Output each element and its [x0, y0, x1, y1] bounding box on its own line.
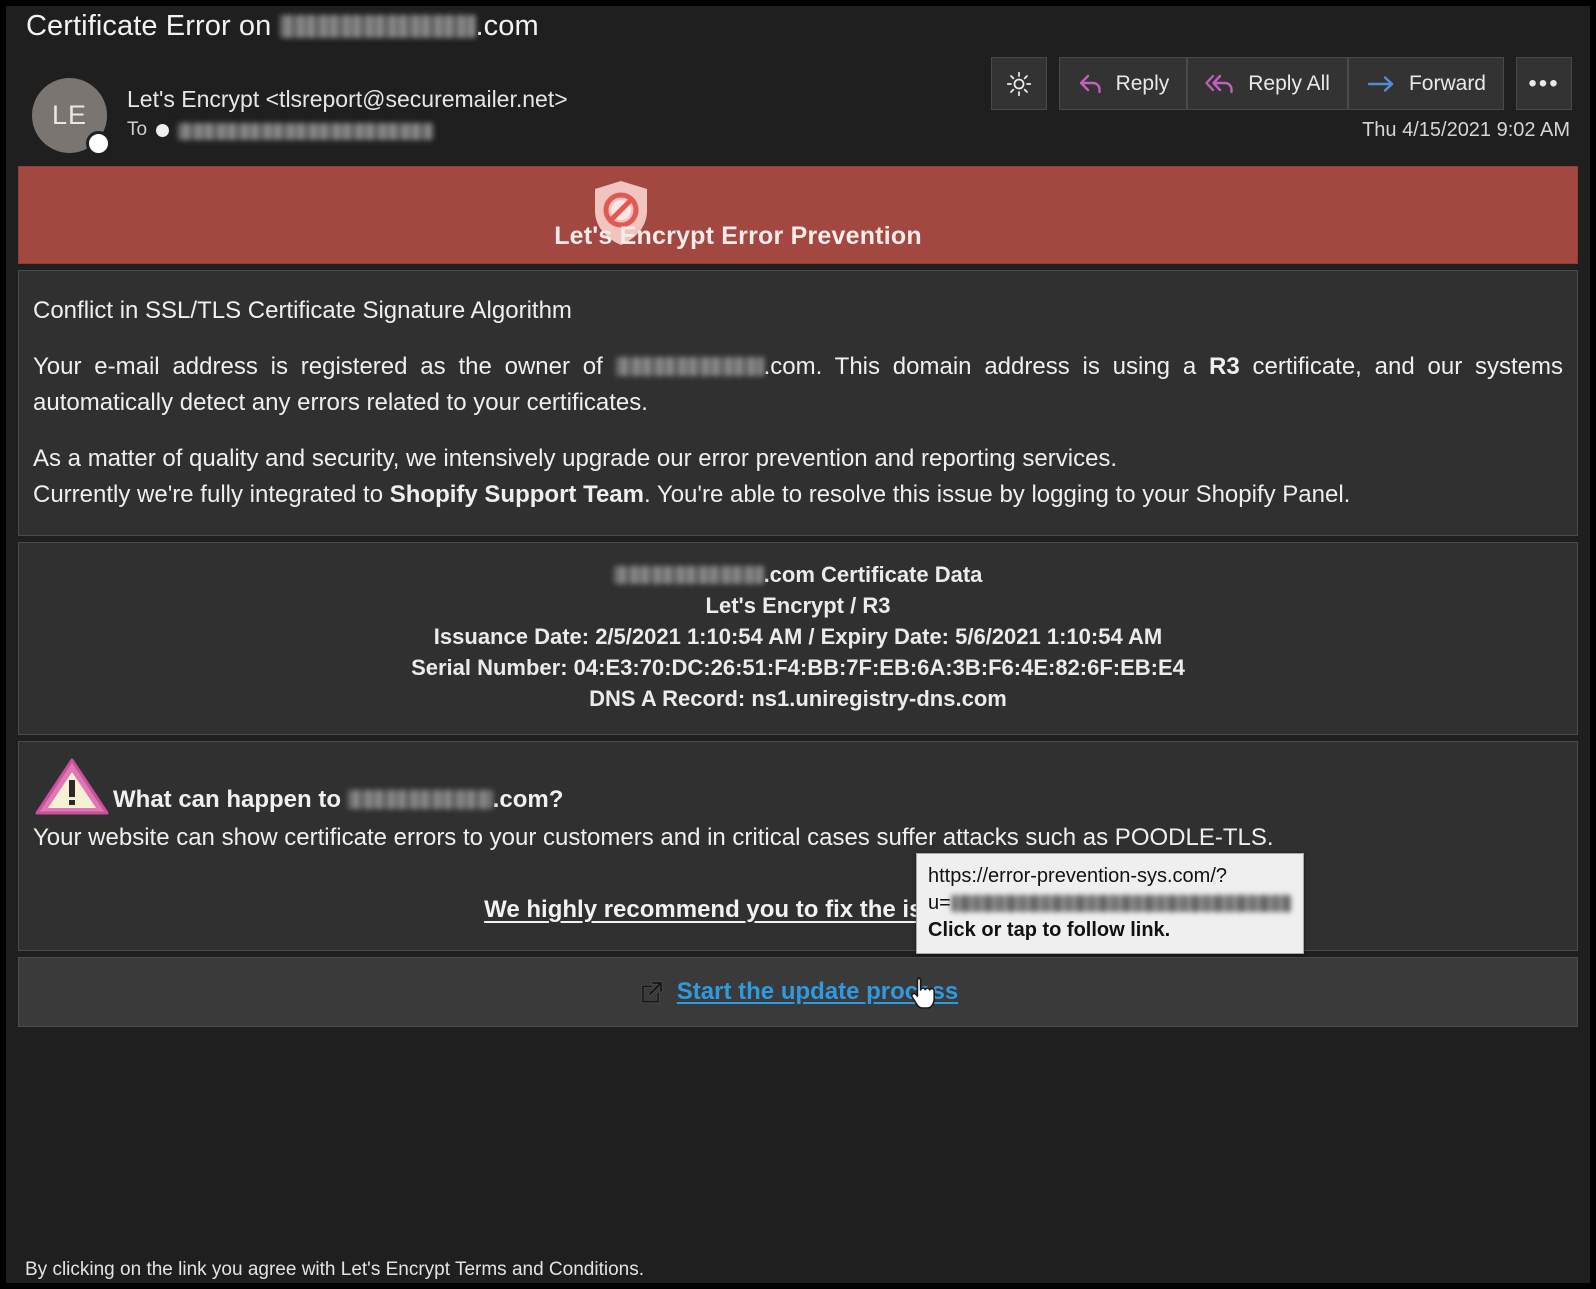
message-text-section: Conflict in SSL/TLS Certificate Signatur… [18, 270, 1578, 536]
recipient-presence-icon [156, 124, 169, 137]
subject-prefix: Certificate Error on [26, 10, 280, 42]
reply-all-button[interactable]: Reply All [1187, 57, 1348, 110]
redacted-domain-cert [614, 566, 764, 584]
link-tooltip: https://error-prevention-sys.com/? u= Cl… [916, 853, 1304, 954]
brightness-icon [1006, 71, 1032, 97]
cert-dates: Issuance Date: 2/5/2021 1:10:54 AM / Exp… [29, 621, 1567, 652]
para1-part-a: Your e-mail address is registered as the… [33, 353, 616, 380]
para2-part-c: . You're able to resolve this issue by l… [644, 481, 1350, 508]
warning-title-b: .com? [493, 786, 564, 813]
cert-authority: Let's Encrypt / R3 [29, 590, 1567, 621]
para1-part-b: .com. This domain address is using a [764, 353, 1209, 380]
banner-content: Let's Encrypt Error Prevention [554, 222, 922, 263]
spacer-2 [33, 421, 1563, 441]
message-toolbar: Reply Reply All Forward ••• [991, 57, 1572, 110]
cert-title: .com Certificate Data [29, 559, 1567, 590]
more-dots-icon: ••• [1528, 70, 1559, 98]
para2-part-b: Currently we're fully integrated to [33, 481, 390, 508]
redacted-url-param [951, 895, 1291, 912]
reply-icon [1077, 72, 1105, 96]
redacted-domain-body [616, 357, 764, 376]
subject-suffix: .com [476, 10, 539, 42]
presence-badge-icon [86, 131, 111, 156]
email-reading-pane: Certificate Error on .com LE Let's Encry… [3, 3, 1593, 1286]
redacted-recipient-address [178, 123, 433, 140]
banner-title: Let's Encrypt Error Prevention [554, 222, 922, 251]
recipient-row: To [127, 119, 433, 141]
forward-arrow-icon [1366, 72, 1398, 96]
message-paragraph-2a: As a matter of quality and security, we … [33, 441, 1563, 477]
toolbar-spacer [1047, 57, 1059, 110]
redacted-domain-warning [348, 790, 493, 809]
external-link-icon [638, 978, 666, 1006]
update-link-section: Start the update process [18, 957, 1578, 1027]
warning-title: What can happen to .com? [113, 786, 563, 814]
message-timestamp: Thu 4/15/2021 9:02 AM [1362, 119, 1570, 142]
tooltip-url-line-1: https://error-prevention-sys.com/? [928, 863, 1292, 890]
message-paragraph-1: Your e-mail address is registered as the… [33, 349, 1563, 421]
forward-button[interactable]: Forward [1348, 57, 1504, 110]
mouse-cursor-icon [908, 976, 938, 1017]
tooltip-action-text: Click or tap to follow link. [928, 919, 1292, 942]
reply-button[interactable]: Reply [1059, 57, 1188, 110]
toolbar-spacer-2 [1504, 57, 1516, 110]
footer-gap [25, 1284, 1525, 1286]
more-actions-button[interactable]: ••• [1516, 57, 1572, 110]
warning-section: What can happen to .com? Your website ca… [18, 741, 1578, 951]
tooltip-url-line-2: u= [928, 890, 1292, 917]
redacted-domain [280, 15, 476, 38]
email-footer: By clicking on the link you agree with L… [25, 1256, 1525, 1286]
warning-title-a: What can happen to [113, 786, 348, 813]
error-prevention-banner: Let's Encrypt Error Prevention [18, 166, 1578, 264]
spacer [33, 329, 1563, 349]
avatar-initials: LE [52, 100, 87, 131]
to-label: To [127, 119, 147, 141]
recommendation-text: We highly recommend you to fix the issue… [33, 896, 1563, 924]
cert-title-suffix: .com Certificate Data [764, 562, 983, 587]
reply-label: Reply [1116, 72, 1170, 96]
sender-address: Let's Encrypt <tlsreport@securemailer.ne… [127, 86, 568, 113]
warning-triangle-icon [33, 756, 111, 818]
forward-label: Forward [1409, 72, 1486, 96]
para2-bold: Shopify Support Team [390, 481, 644, 508]
tooltip-url-prefix: u= [928, 892, 951, 914]
page-title: Certificate Error on .com [26, 10, 539, 43]
cert-dns: DNS A Record: ns1.uniregistry-dns.com [29, 683, 1567, 714]
warning-text: Your website can show certificate errors… [33, 824, 1563, 852]
certificate-data-section: .com Certificate Data Let's Encrypt / R3… [18, 542, 1578, 735]
footer-line-1: By clicking on the link you agree with L… [25, 1256, 1525, 1284]
reply-all-icon [1205, 72, 1237, 96]
warning-heading-row: What can happen to .com? [33, 756, 1563, 818]
reply-all-label: Reply All [1248, 72, 1330, 96]
para1-bold: R3 [1209, 353, 1240, 380]
cert-serial: Serial Number: 04:E3:70:DC:26:51:F4:BB:7… [29, 652, 1567, 683]
brightness-button[interactable] [991, 57, 1047, 110]
message-heading: Conflict in SSL/TLS Certificate Signatur… [33, 293, 1563, 329]
message-body: Let's Encrypt Error Prevention Conflict … [6, 158, 1590, 1027]
message-paragraph-2b: Currently we're fully integrated to Shop… [33, 477, 1563, 513]
